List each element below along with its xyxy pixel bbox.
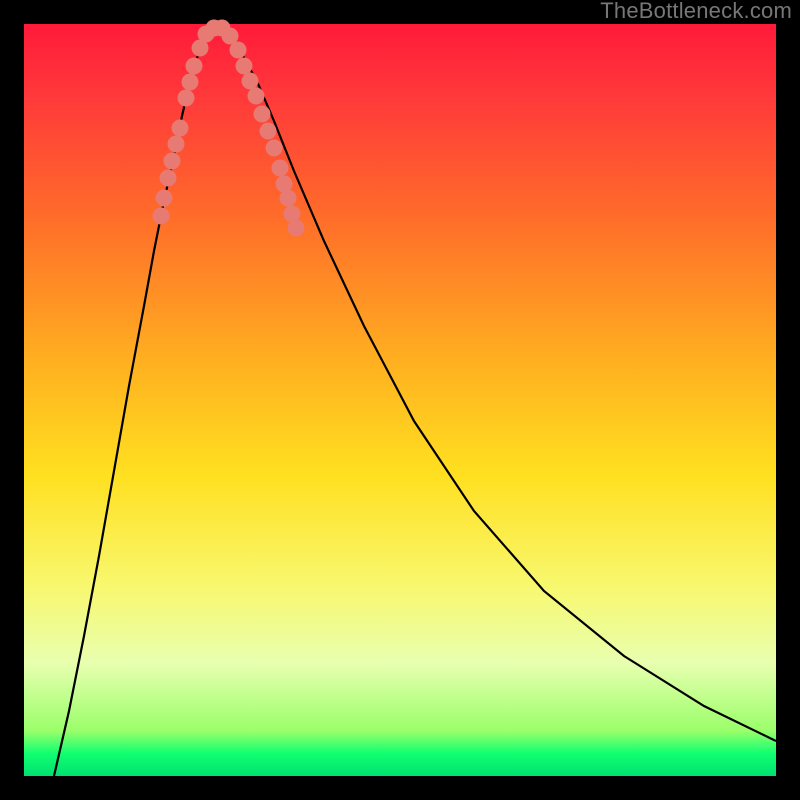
marker-dot (153, 208, 170, 225)
marker-dot (260, 123, 277, 140)
chart-frame (24, 24, 776, 776)
marker-dot (168, 136, 185, 153)
marker-dot (248, 88, 265, 105)
watermark-text: TheBottleneck.com (600, 0, 792, 24)
marker-group (153, 20, 305, 237)
marker-dot (156, 190, 173, 207)
marker-dot (164, 153, 181, 170)
marker-dot (254, 106, 271, 123)
marker-dot (182, 74, 199, 91)
marker-dot (288, 220, 305, 237)
marker-dot (272, 160, 289, 177)
marker-dot (230, 42, 247, 59)
marker-dot (280, 190, 297, 207)
marker-dot (266, 140, 283, 157)
marker-dot (172, 120, 189, 137)
marker-dot (236, 58, 253, 75)
chart-overlay (24, 24, 776, 776)
marker-dot (186, 58, 203, 75)
bottleneck-curve (54, 28, 776, 776)
marker-dot (178, 90, 195, 107)
marker-dot (242, 73, 259, 90)
marker-dot (160, 170, 177, 187)
